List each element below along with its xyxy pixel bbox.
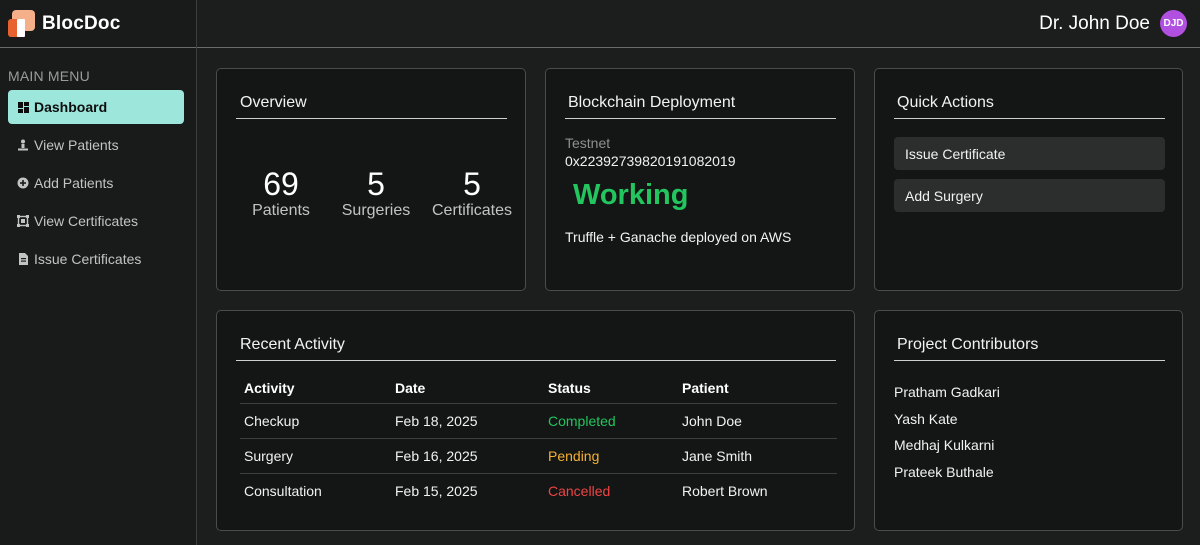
status-cell: Cancelled <box>548 482 611 499</box>
sidebar-item-label: Add Patients <box>34 175 114 191</box>
patient-cell: Jane Smith <box>678 438 837 474</box>
divider <box>236 360 836 361</box>
network-label: Testnet <box>565 135 611 151</box>
sidebar: BlocDoc MAIN MENU Dashboard View Patient… <box>0 0 197 545</box>
issue-certificate-button[interactable]: Issue Certificate <box>894 137 1165 170</box>
document-icon <box>17 253 29 265</box>
date-cell: Feb 15, 2025 <box>395 482 478 499</box>
quick-actions-title: Quick Actions <box>897 94 994 111</box>
sidebar-item-label: View Patients <box>34 137 119 153</box>
dashboard-icon <box>17 101 29 113</box>
recent-activity-title: Recent Activity <box>240 336 345 353</box>
table-header-row: Activity Date Status Patient <box>240 373 837 404</box>
activity-cell: Surgery <box>240 438 391 474</box>
stat-value: 5 <box>367 166 385 202</box>
brand-name: BlocDoc <box>42 12 121 34</box>
contract-address: 0x2239273982019108​2019 <box>565 153 736 169</box>
stat-surgeries: 5 Surgeries <box>336 166 416 220</box>
stat-label: Surgeries <box>341 202 411 219</box>
patient-icon <box>17 139 29 151</box>
column-header: Patient <box>678 373 837 404</box>
sidebar-item-issue-certificates[interactable]: Issue Certificates <box>8 242 184 276</box>
brand-logo-icon <box>8 10 35 37</box>
divider <box>236 118 507 119</box>
stat-label: Certificates <box>431 202 513 219</box>
divider <box>894 360 1165 361</box>
overview-title: Overview <box>240 94 307 111</box>
blockchain-title: Blockchain Deployment <box>568 94 736 111</box>
activity-table: Activity Date Status Patient Checkup Feb… <box>240 373 837 508</box>
add-surgery-button[interactable]: Add Surgery <box>894 179 1165 212</box>
patient-cell: John Doe <box>678 403 837 439</box>
sidebar-item-view-patients[interactable]: View Patients <box>8 128 184 162</box>
patient-cell: Robert Brown <box>682 482 768 499</box>
top-header: Dr. John Doe DJD <box>197 0 1200 48</box>
activity-cell: Checkup <box>240 403 391 439</box>
user-name[interactable]: Dr. John Doe <box>1039 13 1150 35</box>
sidebar-item-view-certificates[interactable]: View Certificates <box>8 204 184 238</box>
sidebar-item-label: View Certificates <box>34 213 139 229</box>
date-cell: Feb 18, 2025 <box>391 403 544 439</box>
avatar[interactable]: DJD <box>1160 10 1187 37</box>
recent-activity-card: Recent Activity Activity Date Status Pat… <box>216 310 855 531</box>
add-circle-icon <box>17 177 29 189</box>
contributor-name: Yash Kate <box>894 411 958 427</box>
contributor-name: Pratham Gadkari <box>894 384 1000 400</box>
status-cell: Pending <box>544 438 678 474</box>
sidebar-item-label: Dashboard <box>34 99 108 115</box>
sidebar-item-label: Issue Certificates <box>34 251 142 267</box>
contributors-title: Project Contributors <box>897 336 1039 353</box>
sidebar-item-dashboard[interactable]: Dashboard <box>8 90 184 124</box>
column-header: Status <box>544 373 678 404</box>
certificate-icon <box>17 215 29 227</box>
contributor-name: Medhaj Kulkarni <box>894 437 995 453</box>
contributors-card: Project Contributors Pratham Gadkari Yas… <box>874 310 1183 531</box>
overview-card: Overview 69 Patients 5 Surgeries 5 Certi… <box>216 68 526 291</box>
quick-actions-card: Quick Actions Issue Certificate Add Surg… <box>874 68 1183 291</box>
divider <box>894 118 1165 119</box>
stat-certificates: 5 Certificates <box>426 166 518 220</box>
brand[interactable]: BlocDoc <box>0 0 196 48</box>
stat-patients: 69 Patients <box>246 166 316 220</box>
table-row[interactable]: Surgery Feb 16, 2025 Pending Jane Smith <box>240 438 837 474</box>
stat-label: Patients <box>252 202 310 219</box>
activity-cell: Consultation <box>244 482 322 499</box>
divider <box>565 118 836 119</box>
table-row[interactable]: Consultation Feb 15, 2025 Cancelled Robe… <box>240 473 837 508</box>
deployment-description: Truffle + Ganache deployed on AWS <box>565 229 792 245</box>
deployment-status: Working <box>573 179 689 211</box>
table-row[interactable]: Checkup Feb 18, 2025 Completed John Doe <box>240 403 837 439</box>
column-header: Activity <box>240 373 391 404</box>
menu-section-label: MAIN MENU <box>8 68 90 84</box>
column-header: Date <box>391 373 544 404</box>
app-root: BlocDoc MAIN MENU Dashboard View Patient… <box>0 0 1200 545</box>
sidebar-item-add-patients[interactable]: Add Patients <box>8 166 184 200</box>
date-cell: Feb 16, 2025 <box>391 438 544 474</box>
blockchain-card: Blockchain Deployment Testnet 0x22392739… <box>545 68 855 291</box>
stat-value: 5 <box>463 166 481 202</box>
status-cell: Completed <box>544 403 678 439</box>
stat-value: 69 <box>263 166 299 202</box>
contributor-name: Prateek Buthale <box>894 464 994 480</box>
